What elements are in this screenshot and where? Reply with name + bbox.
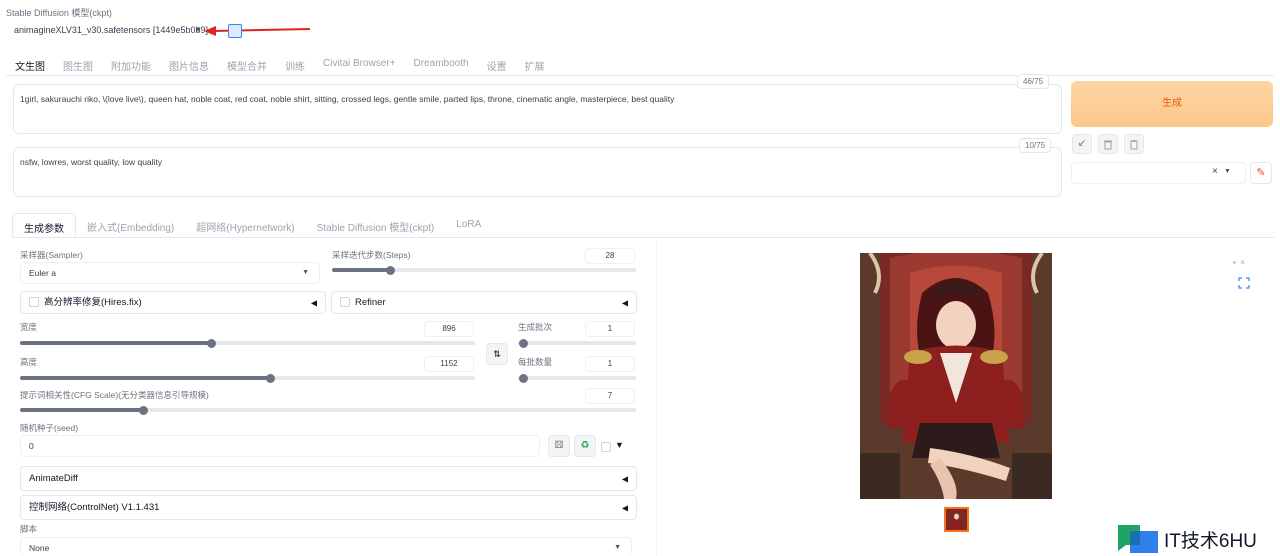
height-input[interactable]: 1152 [424, 356, 474, 372]
swap-dimensions-icon[interactable]: ⇅ [486, 343, 508, 365]
animatediff-label: AnimateDiff [29, 473, 78, 484]
sampler-label: 采样器(Sampler) [20, 250, 83, 260]
chevron-down-icon: ▼ [194, 25, 202, 34]
tab-txt2img[interactable]: 文生图 [6, 55, 54, 75]
refiner-accordion[interactable]: Refiner ◀ [331, 291, 637, 314]
tab-extensions[interactable]: 扩展 [516, 55, 554, 75]
subtab-checkpoints[interactable]: Stable Diffusion 模型(ckpt) [306, 213, 446, 237]
height-slider[interactable] [20, 373, 475, 383]
negative-token-counter: 10/75 [1019, 138, 1052, 153]
gallery-thumbnail[interactable] [944, 507, 969, 532]
steps-slider[interactable] [332, 265, 636, 275]
width-slider-thumb[interactable] [207, 338, 217, 348]
checkpoint-label: Stable Diffusion 模型(ckpt) [6, 8, 112, 18]
negative-prompt-input[interactable]: nsfw, lowres, worst quality, low quality [13, 147, 1062, 197]
script-value: None [29, 543, 50, 553]
cfg-slider-thumb[interactable] [139, 405, 149, 415]
subtab-generation[interactable]: 生成参数 [12, 213, 76, 237]
tab-settings[interactable]: 设置 [478, 55, 516, 75]
recycle-icon[interactable]: ♻ [574, 435, 596, 457]
steps-label: 采样迭代步数(Steps) [332, 250, 411, 260]
tab-civitai-browser[interactable]: Civitai Browser+ [314, 55, 405, 75]
hires-fix-accordion[interactable]: 高分辨率修复(Hires.fix) ◀ [20, 291, 326, 314]
steps-slider-thumb[interactable] [385, 265, 395, 275]
steps-input[interactable]: 28 [585, 248, 635, 264]
trash-icon[interactable] [1098, 134, 1118, 154]
checkpoint-value: animagineXLV31_v30.safetensors [1449e5b0… [14, 25, 208, 35]
batch-count-label: 生成批次 [518, 322, 553, 332]
seed-label: 随机种子(seed) [20, 423, 79, 433]
chevron-down-icon: ▼ [302, 269, 309, 276]
width-input[interactable]: 896 [424, 321, 474, 337]
cfg-label: 提示词相关性(CFG Scale)(无分类器信息引导规模) [20, 390, 209, 400]
batch-size-slider-thumb[interactable] [519, 373, 528, 383]
collapse-triangle-icon: ◀ [310, 298, 317, 307]
subtab-embedding[interactable]: 嵌入式(Embedding) [76, 213, 185, 237]
chevron-down-icon: ▼ [614, 544, 621, 551]
watermark-text: IT技术6HU [1164, 531, 1257, 552]
chevron-down-icon: ▼ [1224, 168, 1231, 175]
seed-input[interactable]: 0 [20, 435, 540, 457]
tab-train[interactable]: 训练 [276, 55, 314, 75]
height-slider-thumb[interactable] [266, 373, 276, 383]
refresh-checkpoint-button[interactable] [228, 24, 242, 38]
subtab-divider [12, 237, 1274, 238]
dice-icon[interactable]: ⚄ [548, 435, 570, 457]
batch-size-label: 每批数量 [518, 357, 553, 367]
clear-icon[interactable]: × [1212, 166, 1218, 177]
generation-subtabs: 生成参数 嵌入式(Embedding) 超网络(Hypernetwork) St… [12, 213, 492, 237]
cfg-slider[interactable] [20, 405, 636, 415]
annotation-arrow-icon [204, 26, 311, 36]
edit-styles-icon[interactable]: ✎ [1250, 162, 1272, 184]
collapse-triangle-icon: ◀ [621, 298, 628, 307]
generated-image[interactable] [860, 253, 1052, 499]
extra-seed-triangle-icon[interactable]: ▼ [615, 440, 624, 450]
controlnet-accordion[interactable]: 控制网络(ControlNet) V1.1.431 ◀ [20, 495, 637, 520]
extra-seed-checkbox[interactable] [601, 442, 611, 452]
animatediff-accordion[interactable]: AnimateDiff ◀ [20, 466, 637, 491]
collapse-triangle-icon: ◀ [621, 474, 628, 483]
fullscreen-icon[interactable] [1238, 277, 1250, 289]
refiner-label: Refiner [355, 297, 386, 308]
generate-button[interactable]: 生成 [1071, 81, 1273, 127]
batch-count-slider[interactable] [518, 338, 636, 348]
script-select[interactable]: None ▼ [20, 537, 632, 556]
gallery-close-icon[interactable]: ▪ × [1233, 258, 1245, 267]
refiner-checkbox[interactable] [340, 297, 350, 308]
tabbar-divider [6, 75, 1274, 76]
collapse-triangle-icon: ◀ [621, 503, 628, 512]
batch-size-slider[interactable] [518, 373, 636, 383]
sampler-value: Euler a [29, 268, 56, 278]
batch-count-slider-thumb[interactable] [519, 338, 528, 348]
main-tabs: 文生图 图生图 附加功能 图片信息 模型合并 训练 Civitai Browse… [6, 55, 554, 75]
read-params-icon[interactable]: ↙ [1072, 134, 1092, 154]
batch-size-input[interactable]: 1 [585, 356, 635, 372]
width-slider[interactable] [20, 338, 475, 348]
sampler-select[interactable]: Euler a ▼ [20, 262, 320, 284]
script-label: 脚本 [20, 524, 38, 534]
controlnet-label: 控制网络(ControlNet) V1.1.431 [29, 502, 160, 513]
tab-checkpoint-merger[interactable]: 模型合并 [218, 55, 276, 75]
tab-extras[interactable]: 附加功能 [102, 55, 160, 75]
subtab-lora[interactable]: LoRA [445, 213, 492, 237]
tab-dreambooth[interactable]: Dreambooth [405, 55, 478, 75]
batch-count-input[interactable]: 1 [585, 321, 635, 337]
tab-png-info[interactable]: 图片信息 [160, 55, 218, 75]
clipboard-icon[interactable] [1124, 134, 1144, 154]
watermark-logo-icon [1118, 525, 1158, 553]
styles-select[interactable] [1071, 162, 1246, 184]
height-label: 高度 [20, 357, 38, 367]
hires-fix-label: 高分辨率修复(Hires.fix) [44, 297, 142, 308]
positive-token-counter: 46/75 [1017, 74, 1050, 89]
width-label: 宽度 [20, 322, 38, 332]
hires-fix-checkbox[interactable] [29, 297, 39, 308]
subtab-hypernetwork[interactable]: 超网络(Hypernetwork) [185, 213, 305, 237]
positive-prompt-input[interactable]: 1girl, sakurauchi riko, \(love live\), q… [13, 84, 1062, 134]
cfg-input[interactable]: 7 [585, 388, 635, 404]
tab-img2img[interactable]: 图生图 [54, 55, 102, 75]
checkpoint-select[interactable]: animagineXLV31_v30.safetensors [1449e5b0… [6, 21, 210, 41]
